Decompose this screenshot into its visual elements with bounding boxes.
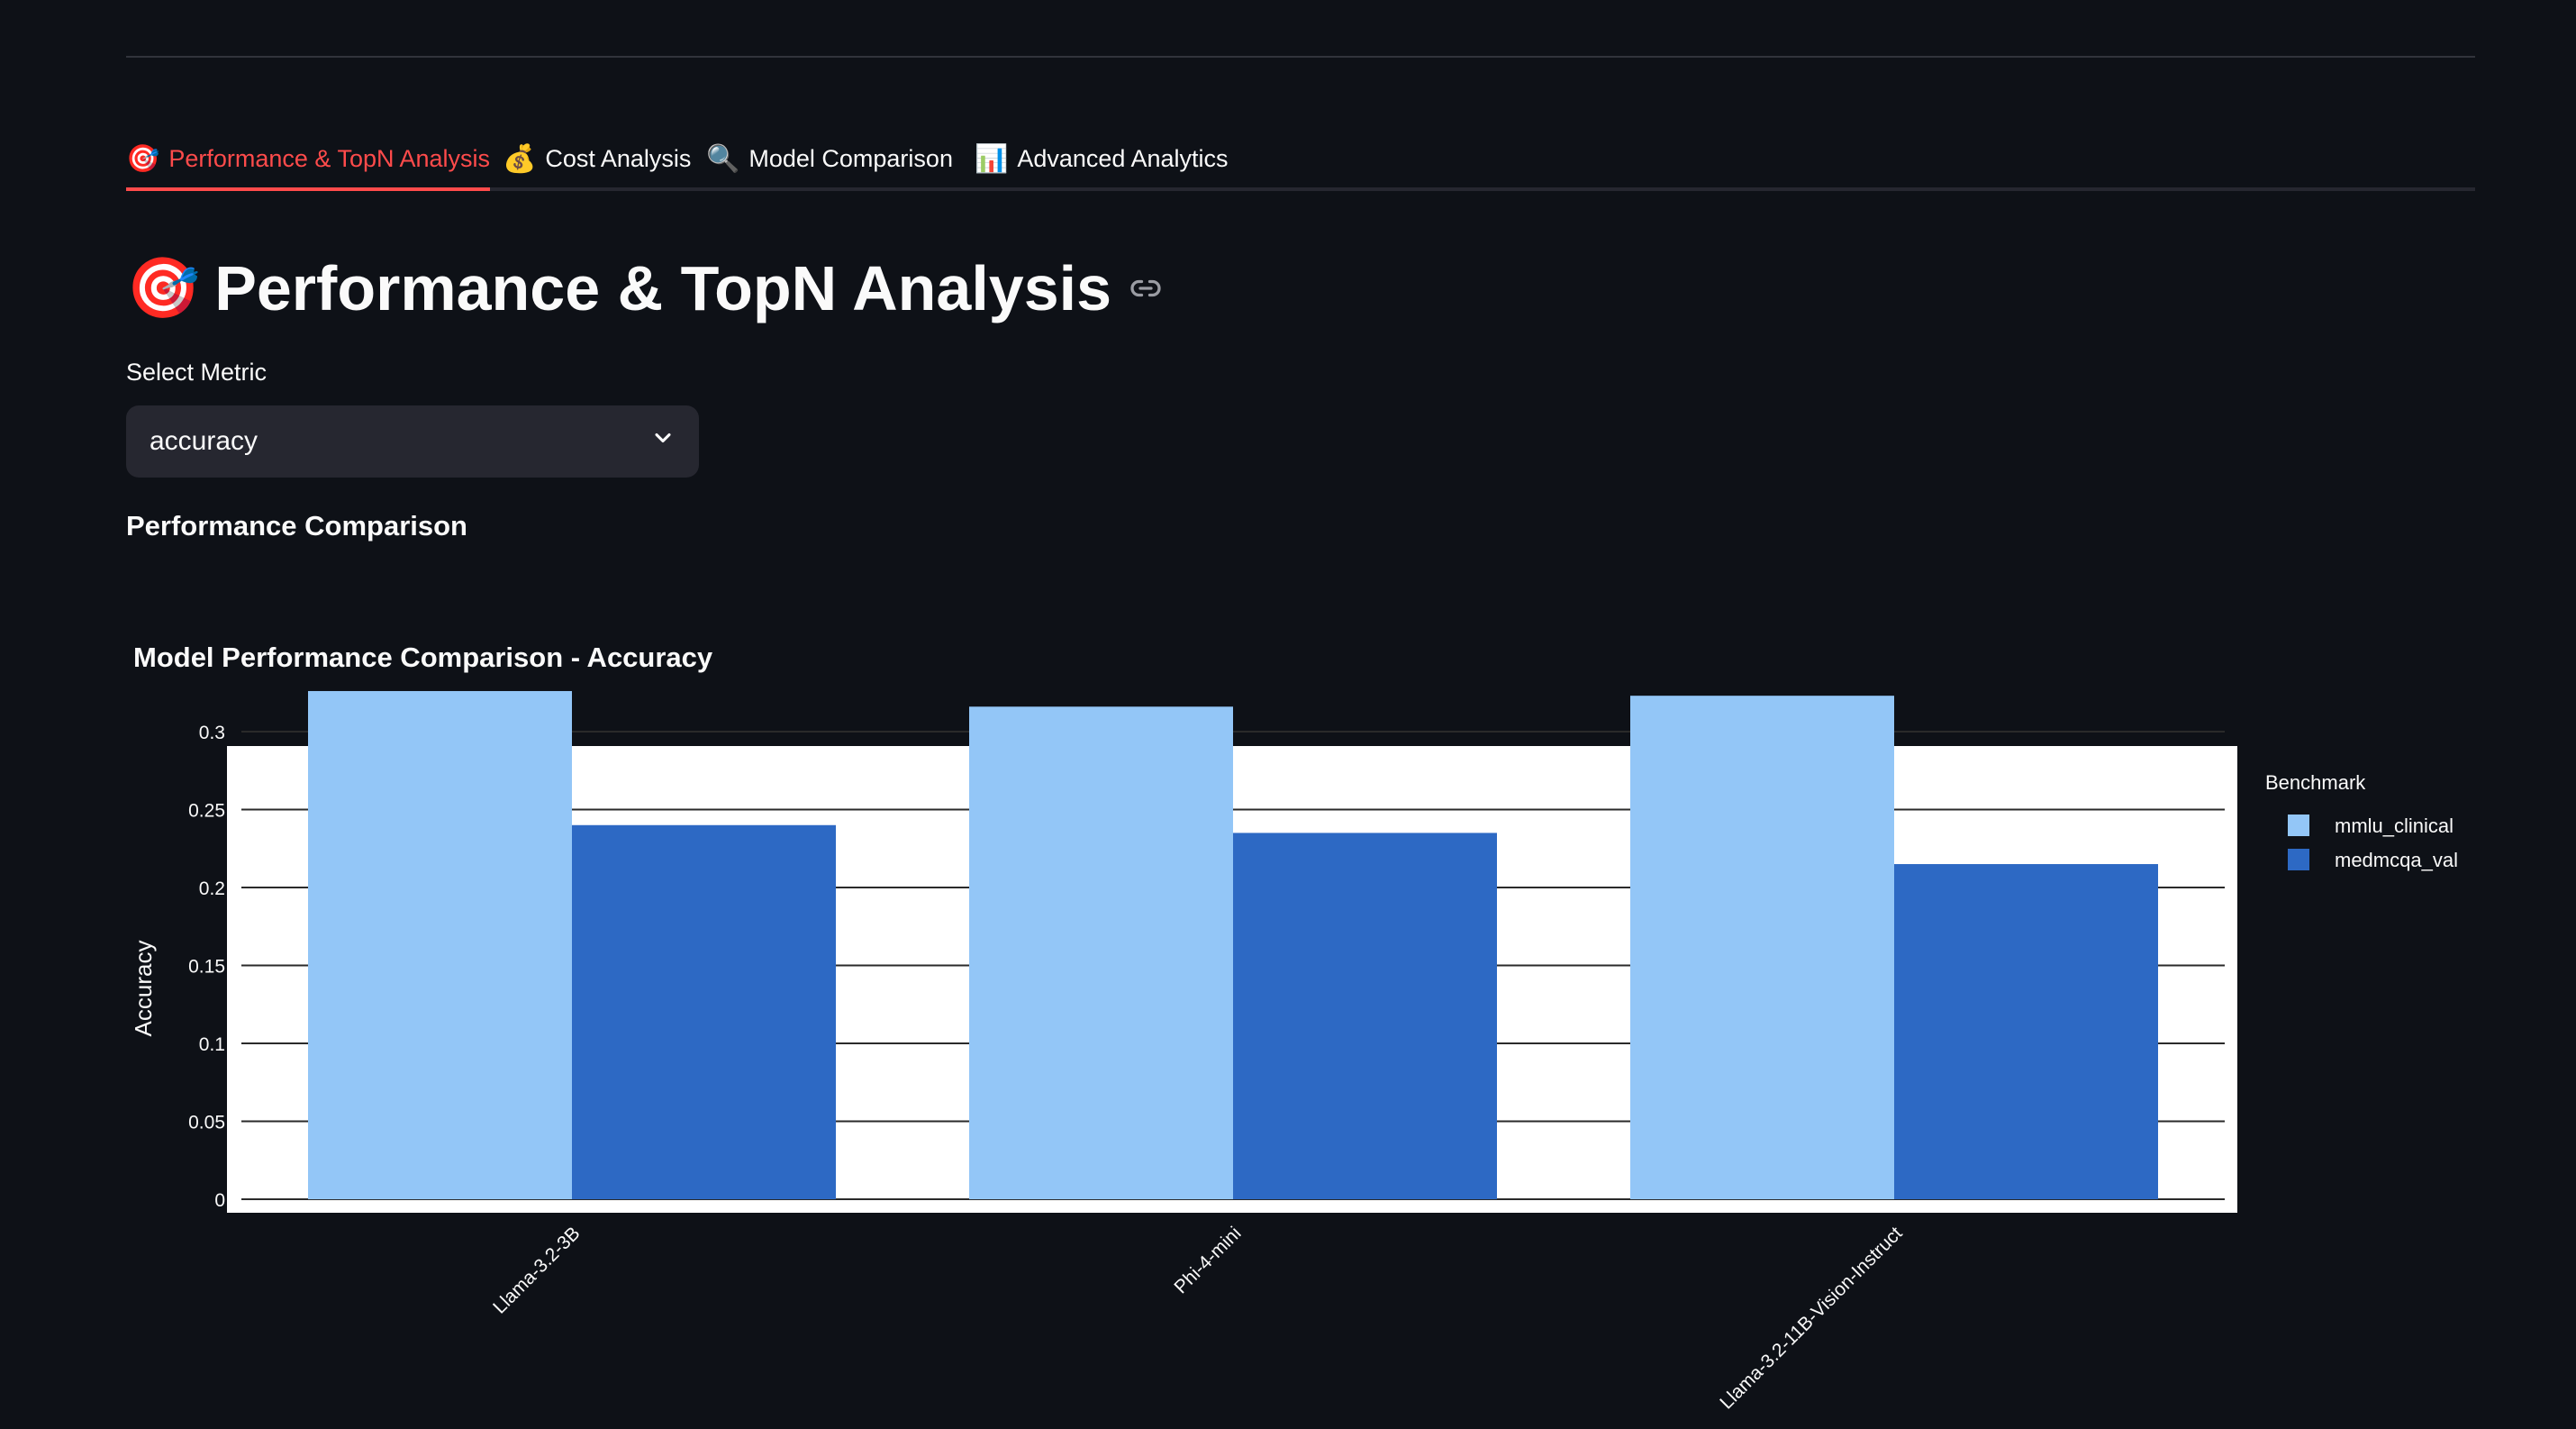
bar-mmlu_clinical-2	[1630, 696, 1894, 1199]
y-axis-label: Accuracy	[130, 941, 157, 1037]
y-tick-label: 0.05	[188, 1112, 225, 1133]
bar-medmcqa_val-0	[572, 824, 836, 1199]
legend-swatch-medmcqa_val	[2288, 849, 2309, 870]
legend-label-mmlu_clinical: mmlu_clinical	[2335, 815, 2454, 837]
x-tick-label: Phi-4-mini	[1170, 1223, 1245, 1297]
y-tick-label: 0	[214, 1190, 225, 1211]
x-tick-label: Llama-3.2-3B	[489, 1223, 584, 1317]
bar-mmlu_clinical-0	[308, 690, 572, 1199]
bar-mmlu_clinical-1	[969, 706, 1233, 1199]
x-tick-label: Llama-3.2-11B-Vision-Instruct	[1716, 1223, 1906, 1413]
legend-swatch-mmlu_clinical	[2288, 815, 2309, 836]
y-tick-label: 0.25	[188, 800, 225, 821]
legend-label-medmcqa_val: medmcqa_val	[2335, 849, 2458, 871]
y-tick-label: 0.3	[199, 723, 225, 743]
bar-chart: 0 0.05 0.1 0.15 0.2 0.25 0.3 Accuracy Llama-3.2-…	[130, 690, 2458, 1414]
bar-medmcqa_val-1	[1233, 833, 1497, 1199]
bar-medmcqa_val-2	[1894, 864, 2158, 1199]
legend-title: Benchmark	[2265, 771, 2366, 794]
y-tick-label: 0.2	[199, 878, 225, 899]
y-tick-label: 0.15	[188, 956, 225, 977]
y-tick-label: 0.1	[199, 1034, 225, 1055]
